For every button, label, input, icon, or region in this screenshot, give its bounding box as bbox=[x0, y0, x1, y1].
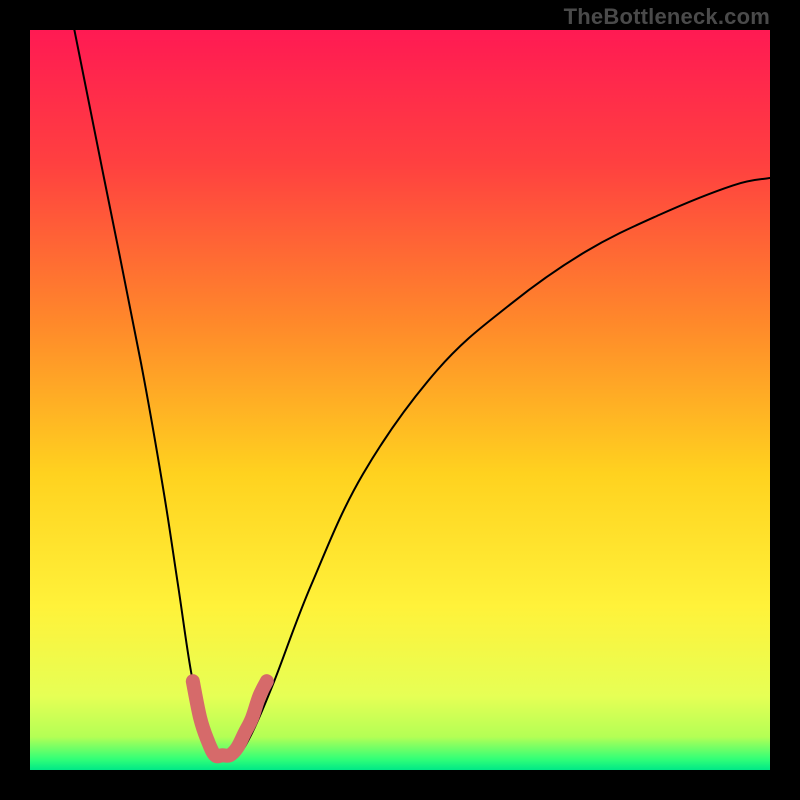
bottleneck-curve bbox=[74, 30, 770, 758]
highlight-segment bbox=[193, 681, 267, 756]
watermark-text: TheBottleneck.com bbox=[564, 4, 770, 30]
plot-area bbox=[30, 30, 770, 770]
chart-frame: TheBottleneck.com bbox=[0, 0, 800, 800]
curve-layer bbox=[30, 30, 770, 770]
